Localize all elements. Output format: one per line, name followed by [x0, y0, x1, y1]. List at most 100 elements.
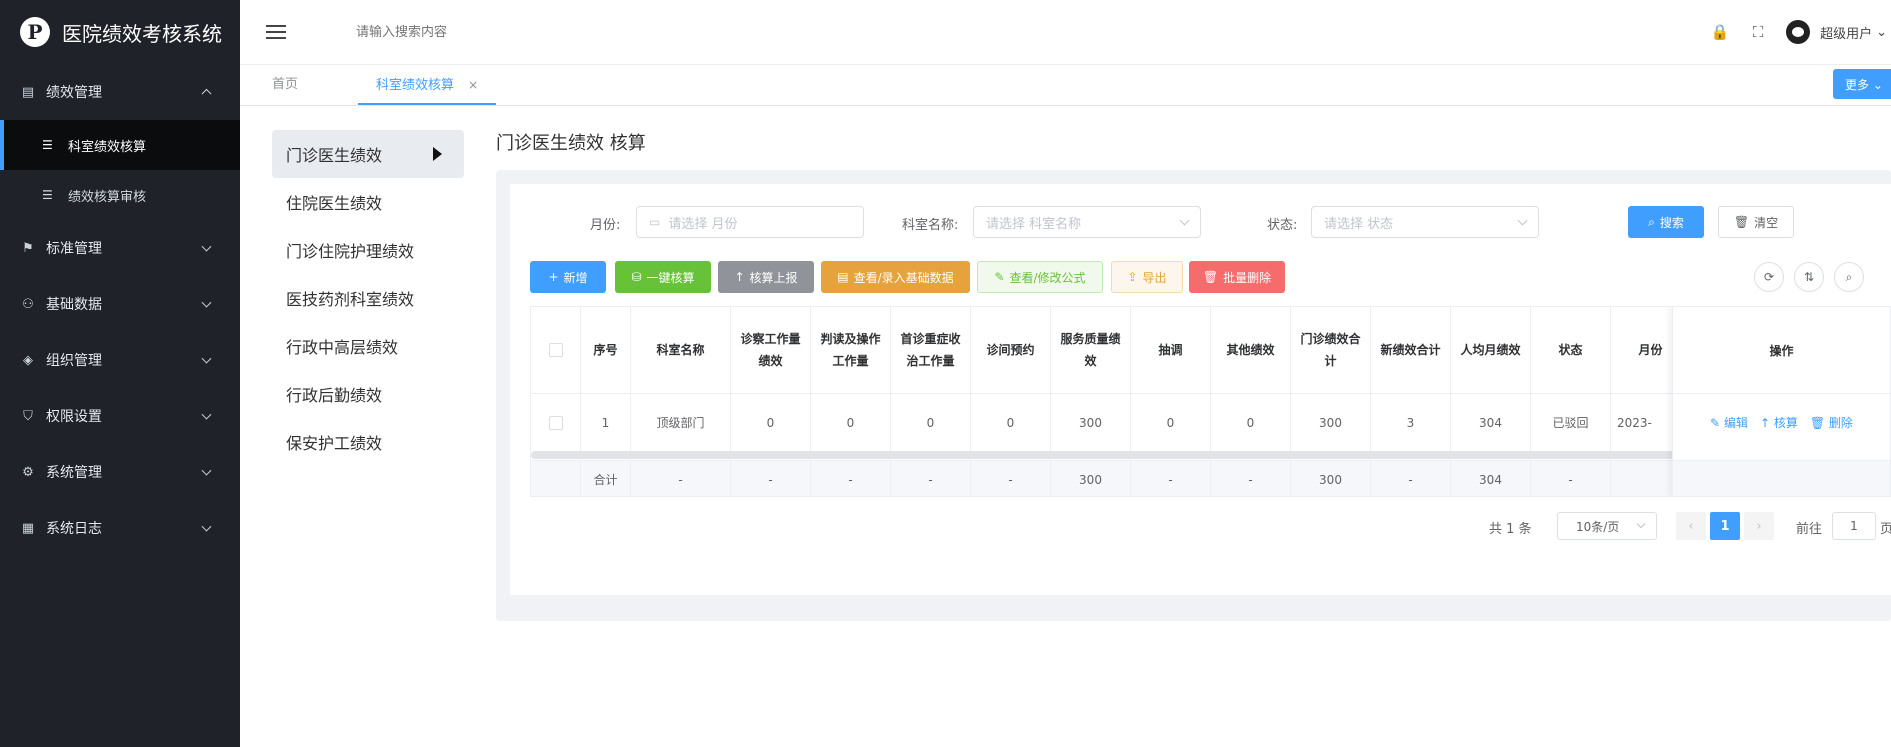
- one-click-accounting-button[interactable]: ⛁ 一键核算: [615, 261, 711, 293]
- sidebar-item-logs[interactable]: ▦ 系统日志: [0, 500, 240, 556]
- add-button[interactable]: + 新增: [530, 261, 606, 293]
- avatar[interactable]: [1786, 20, 1811, 44]
- more-tabs-button[interactable]: 更多 ⌄: [1833, 69, 1891, 99]
- next-page-button[interactable]: ›: [1744, 512, 1774, 540]
- status-placeholder: 请选择 状态: [1324, 216, 1394, 232]
- column-header[interactable]: 诊间预约: [971, 307, 1051, 393]
- chevron-down-icon[interactable]: ⌄: [1876, 25, 1887, 40]
- username[interactable]: 超级用户: [1820, 23, 1872, 42]
- table-cell: 0: [891, 394, 971, 451]
- table-horizontal-scrollbar[interactable]: [531, 451, 1848, 459]
- plus-icon: +: [548, 270, 559, 284]
- table-cell: -: [1371, 461, 1451, 496]
- global-search-input[interactable]: [356, 24, 656, 40]
- close-icon[interactable]: ×: [468, 78, 478, 92]
- fullscreen-icon[interactable]: ⛶: [1748, 22, 1768, 42]
- hamburger-menu-icon[interactable]: [266, 21, 286, 43]
- gear-icon: ⚙: [22, 464, 34, 480]
- performance-table: 序号 科室名称 诊察工作量绩效 判读及操作工作量 首诊重症收治工作量 诊间预约 …: [530, 306, 1891, 497]
- app-logo[interactable]: P 医院绩效考核系统: [0, 0, 240, 64]
- table-cell: 1: [581, 394, 631, 451]
- delete-link[interactable]: 🗑 删除: [1810, 414, 1853, 431]
- month-placeholder: 请选择 月份: [668, 216, 738, 232]
- prev-page-button[interactable]: ‹: [1676, 512, 1706, 540]
- refresh-icon[interactable]: ⟳: [1754, 262, 1784, 292]
- sidebar-subitem-accounting-review[interactable]: ☰ 绩效核算审核: [0, 170, 240, 220]
- table-cell: 0: [1131, 394, 1211, 451]
- table-cell: 合计: [581, 461, 631, 496]
- nav-item-outpatient-doctor[interactable]: 门诊医生绩效: [272, 130, 464, 178]
- goto-page-input[interactable]: [1832, 512, 1876, 540]
- page-title: 门诊医生绩效 核算: [496, 133, 646, 154]
- accounting-link[interactable]: ↑ 核算: [1760, 414, 1798, 431]
- trash-icon: 🗑: [1733, 215, 1750, 229]
- edit-label: 编辑: [1723, 416, 1748, 430]
- sidebar-item-standards[interactable]: ⚑ 标准管理: [0, 220, 240, 276]
- status-badge: 已驳回: [1531, 394, 1611, 451]
- tab-dept-accounting[interactable]: 科室绩效核算 ×: [358, 65, 497, 105]
- status-label: 状态:: [1267, 218, 1298, 233]
- column-header[interactable]: 服务质量绩效: [1051, 307, 1131, 393]
- column-header[interactable]: 状态: [1531, 307, 1611, 393]
- row-checkbox[interactable]: [548, 415, 563, 430]
- sidebar-item-organization[interactable]: ◈ 组织管理: [0, 332, 240, 388]
- tabs-bar: 首页 科室绩效核算 × 更多 ⌄: [240, 64, 1891, 106]
- month-picker[interactable]: ▭ 请选择 月份: [636, 206, 864, 238]
- column-header[interactable]: 判读及操作工作量: [811, 307, 891, 393]
- calendar-icon: ▭: [649, 215, 661, 229]
- tab-label: 科室绩效核算: [376, 78, 455, 93]
- nav-item-inpatient-doctor[interactable]: 住院医生绩效: [272, 178, 464, 226]
- column-header[interactable]: 人均月绩效: [1451, 307, 1531, 393]
- page-number-button[interactable]: 1: [1710, 512, 1740, 540]
- table-cell: 0: [1211, 394, 1291, 451]
- formula-label: 查看/修改公式: [1009, 270, 1086, 285]
- page-size-select[interactable]: 10条/页: [1557, 512, 1657, 540]
- sidebar-item-basic-data[interactable]: ⚇ 基础数据: [0, 276, 240, 332]
- sidebar-item-label: 绩效管理: [46, 85, 102, 101]
- column-header[interactable]: 新绩效合计: [1371, 307, 1451, 393]
- nav-item-medtech-pharmacy[interactable]: 医技药剂科室绩效: [272, 274, 464, 322]
- chevron-down-icon: [1517, 215, 1528, 226]
- select-all-checkbox[interactable]: [548, 343, 563, 357]
- batch-delete-button[interactable]: 🗑 批量删除: [1189, 261, 1285, 293]
- column-header[interactable]: 序号: [581, 307, 631, 393]
- chevron-up-icon: [201, 88, 212, 99]
- export-button[interactable]: ⇪ 导出: [1111, 261, 1183, 293]
- nav-item-label: 医技药剂科室绩效: [286, 290, 415, 309]
- status-select[interactable]: 请选择 状态: [1311, 206, 1539, 238]
- chevron-down-icon: [201, 353, 212, 364]
- formula-button[interactable]: ✎ 查看/修改公式: [977, 261, 1103, 293]
- nav-item-nursing[interactable]: 门诊住院护理绩效: [272, 226, 464, 274]
- basic-data-button[interactable]: ▤ 查看/录入基础数据: [821, 261, 970, 293]
- sidebar-subitem-dept-accounting[interactable]: ☰ 科室绩效核算: [0, 120, 240, 170]
- columns-settings-icon[interactable]: ⇅: [1794, 262, 1824, 292]
- column-header[interactable]: 首诊重症收治工作量: [891, 307, 971, 393]
- sidebar-item-performance[interactable]: ▤ 绩效管理: [0, 64, 240, 120]
- column-header[interactable]: 其他绩效: [1211, 307, 1291, 393]
- nav-item-security-care[interactable]: 保安护工绩效: [272, 418, 464, 466]
- search-button[interactable]: ⌕ 搜索: [1628, 206, 1704, 238]
- report-accounting-button[interactable]: ↑ 核算上报: [718, 261, 814, 293]
- tab-home[interactable]: 首页: [272, 65, 298, 105]
- table-cell: 300: [1291, 461, 1371, 496]
- sidebar-item-system[interactable]: ⚙ 系统管理: [0, 444, 240, 500]
- column-header[interactable]: 门诊绩效合计: [1291, 307, 1371, 393]
- lock-icon[interactable]: 🔒: [1710, 22, 1730, 42]
- add-button-label: 新增: [563, 270, 588, 285]
- top-header: 🔒 ⛶ 超级用户 ⌄: [240, 0, 1891, 64]
- nav-item-admin-senior[interactable]: 行政中高层绩效: [272, 322, 464, 370]
- nav-item-admin-logistics[interactable]: 行政后勤绩效: [272, 370, 464, 418]
- toggle-search-icon[interactable]: ⌕: [1834, 262, 1864, 292]
- edit-link[interactable]: ✎ 编辑: [1710, 414, 1748, 431]
- sidebar-item-permissions[interactable]: ⛉ 权限设置: [0, 388, 240, 444]
- column-header[interactable]: 诊察工作量绩效: [731, 307, 811, 393]
- dept-select[interactable]: 请选择 科室名称: [973, 206, 1201, 238]
- column-header[interactable]: 科室名称: [631, 307, 731, 393]
- nav-item-label: 门诊医生绩效: [286, 146, 383, 165]
- column-header[interactable]: 抽调: [1131, 307, 1211, 393]
- table-cell: 0: [731, 394, 811, 451]
- total-count: 共 1 条: [1489, 522, 1532, 537]
- table-cell: -: [811, 461, 891, 496]
- clear-button[interactable]: 🗑 清空: [1718, 206, 1794, 238]
- page-size-value: 10条/页: [1576, 519, 1620, 534]
